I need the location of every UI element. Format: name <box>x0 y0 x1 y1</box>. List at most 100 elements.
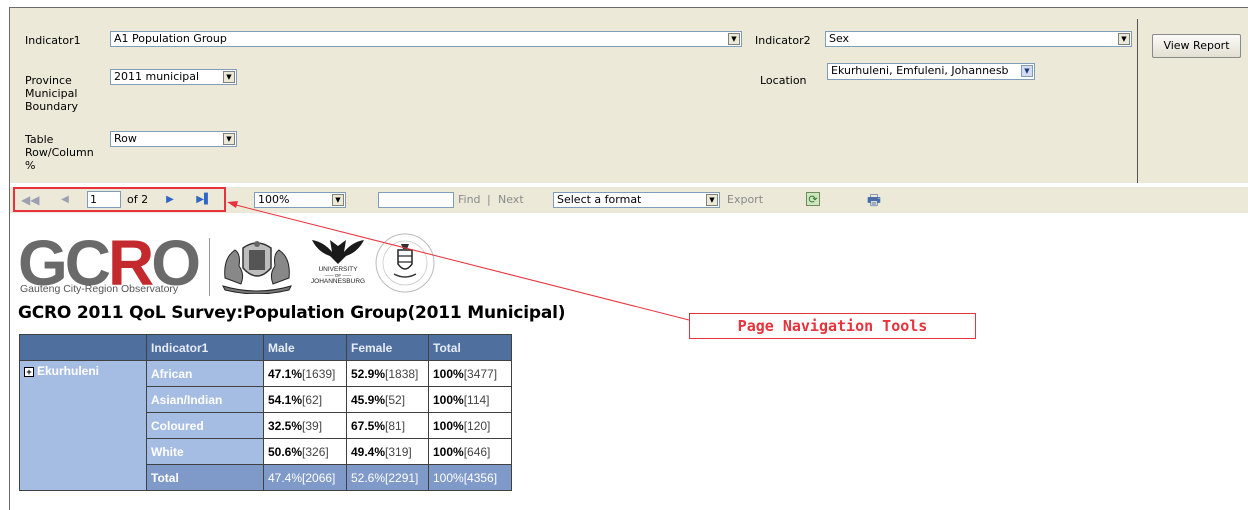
refresh-icon[interactable]: ⟳ <box>806 192 820 206</box>
female-count: [81] <box>385 418 406 433</box>
male-count: [62] <box>302 392 323 407</box>
header-cell-female: Female <box>346 334 429 361</box>
gcro-logo: GCRO <box>18 231 201 295</box>
next-link[interactable]: Next <box>498 187 524 213</box>
category-cell: African <box>146 360 264 387</box>
female-cell: 52.9%[1838] <box>346 360 429 387</box>
male-count: [326] <box>302 444 329 459</box>
table-pct-select[interactable]: Row ▼ <box>110 131 237 147</box>
male-pct: 32.5% <box>268 418 303 433</box>
chevron-down-icon[interactable]: ▼ <box>1118 33 1130 45</box>
total-label-cell: Total <box>146 464 264 491</box>
chevron-down-icon[interactable]: ▼ <box>1021 65 1033 77</box>
boundary-label-line1: Province <box>25 74 72 87</box>
total-count: [646] <box>463 444 491 459</box>
boundary-select[interactable]: 2011 municipal ▼ <box>110 69 237 85</box>
location-label: Location <box>760 74 807 87</box>
export-format-select[interactable]: Select a format ▼ <box>553 192 720 208</box>
total-male-cell: 47.4%[2066] <box>263 464 347 491</box>
table-pct-label-line2: Row/Column <box>25 146 94 159</box>
male-count: [1639] <box>302 366 336 381</box>
find-link[interactable]: Find <box>458 187 481 213</box>
indicator1-label: Indicator1 <box>25 34 81 47</box>
total-pct: 100% <box>433 392 464 407</box>
location-select[interactable]: Ekurhuleni, Emfuleni, Johannesb ▼ <box>827 63 1035 80</box>
uj-line3: JOHANNESBURG <box>310 278 366 285</box>
wits-university-seal-icon <box>375 233 435 293</box>
total-total-cell: 100%[4356] <box>428 464 512 491</box>
male-pct: 50.6% <box>268 444 303 459</box>
female-count: [1838] <box>385 366 419 381</box>
boundary-label-line3: Boundary <box>25 100 78 113</box>
zoom-select[interactable]: 100% ▼ <box>254 192 346 208</box>
category-cell: White <box>146 438 264 465</box>
indicator2-value: Sex <box>829 32 850 45</box>
female-count: [52] <box>385 392 406 407</box>
header-cell-male: Male <box>263 334 347 361</box>
indicator2-select[interactable]: Sex ▼ <box>825 31 1132 47</box>
page-navigation-highlight <box>13 187 226 212</box>
frame-left-border <box>9 7 10 510</box>
total-cell: 100%[120] <box>428 412 512 439</box>
group-label[interactable]: Ekurhuleni <box>37 364 99 378</box>
indicator1-value: A1 Population Group <box>114 32 227 45</box>
male-cell: 50.6%[326] <box>263 438 347 465</box>
female-pct: 49.4% <box>351 444 386 459</box>
male-pct: 54.1% <box>268 392 303 407</box>
page-navigation-tools-callout: Page Navigation Tools <box>689 313 976 339</box>
female-cell: 67.5%[81] <box>346 412 429 439</box>
boundary-label-line2: Municipal <box>25 87 78 100</box>
gcro-subtitle: Gauteng City-Region Observatory <box>20 283 179 295</box>
header-cell-indicator1: Indicator1 <box>146 334 264 361</box>
female-cell: 45.9%[52] <box>346 386 429 413</box>
frame-top-border <box>9 7 1248 8</box>
indicator2-label: Indicator2 <box>755 34 811 47</box>
chevron-down-icon[interactable]: ▼ <box>223 133 235 145</box>
expand-plus-icon[interactable]: + <box>24 367 34 377</box>
export-format-value: Select a format <box>557 193 642 206</box>
female-cell: 49.4%[319] <box>346 438 429 465</box>
report-table: Indicator1 Male Female Total + Ekurhuleni… <box>19 334 512 491</box>
indicator1-select[interactable]: A1 Population Group ▼ <box>110 31 742 47</box>
chevron-down-icon[interactable]: ▼ <box>706 194 718 206</box>
total-count: [3477] <box>463 366 498 381</box>
total-pct: 100% <box>433 418 464 433</box>
zoom-value: 100% <box>258 193 290 206</box>
table-pct-label-line3: % <box>25 159 36 172</box>
chevron-down-icon[interactable]: ▼ <box>223 71 235 83</box>
female-pct: 45.9% <box>351 392 386 407</box>
university-of-johannesburg-logo-icon <box>312 240 364 264</box>
total-female-cell: 52.6%[2291] <box>346 464 429 491</box>
table-pct-label: Table Row/Column % <box>25 133 94 172</box>
export-link[interactable]: Export <box>727 187 763 213</box>
boundary-value: 2011 municipal <box>114 70 200 83</box>
parameter-separator <box>1137 19 1138 183</box>
category-cell: Coloured <box>146 412 264 439</box>
table-header-row: Indicator1 Male Female Total <box>19 334 512 361</box>
boundary-label: Province Municipal Boundary <box>25 74 78 113</box>
uj-wordmark: UNIVERSITY —— OF —— JOHANNESBURG <box>310 266 366 285</box>
category-cell: Asian/Indian <box>146 386 264 413</box>
location-value: Ekurhuleni, Emfuleni, Johannesb <box>831 64 1009 77</box>
chevron-down-icon[interactable]: ▼ <box>332 194 344 206</box>
total-cell: 100%[114] <box>428 386 512 413</box>
group-cell[interactable]: + Ekurhuleni <box>19 360 147 491</box>
table-pct-label-line1: Table <box>25 133 54 146</box>
header-cell-total: Total <box>428 334 512 361</box>
table-row: + Ekurhuleni African 47.1%[1639] 52.9%[18… <box>19 360 512 491</box>
find-separator: | <box>487 193 491 206</box>
view-report-button[interactable]: View Report <box>1152 34 1241 58</box>
total-pct: 100% <box>433 366 464 381</box>
total-count: [114] <box>463 392 490 407</box>
total-pct: 100% <box>433 444 464 459</box>
logo-divider <box>209 238 210 296</box>
female-count: [319] <box>385 444 412 459</box>
chevron-down-icon[interactable]: ▼ <box>728 33 740 45</box>
print-icon[interactable]: 🖶 <box>864 190 884 210</box>
male-count: [39] <box>302 418 323 433</box>
find-input[interactable] <box>378 192 454 208</box>
total-cell: 100%[3477] <box>428 360 512 387</box>
uj-line1: UNIVERSITY <box>318 266 358 273</box>
total-cell: 100%[646] <box>428 438 512 465</box>
total-count: [120] <box>463 418 491 433</box>
